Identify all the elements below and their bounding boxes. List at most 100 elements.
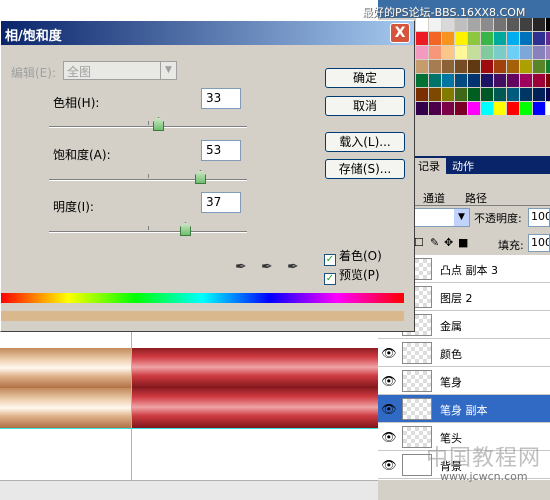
color-swatch[interactable] [442,46,454,59]
color-swatch[interactable] [494,46,506,59]
color-swatch[interactable] [520,60,532,73]
color-swatch[interactable] [546,60,550,73]
preview-check-box[interactable]: ✓ [324,273,336,285]
color-swatch[interactable] [455,46,467,59]
tab-history[interactable]: 记录 [412,158,446,174]
guide-horizontal[interactable] [0,428,378,429]
color-swatch[interactable] [468,32,480,45]
color-swatch[interactable] [468,18,480,31]
color-swatch[interactable] [507,60,519,73]
color-swatch[interactable] [533,46,545,59]
color-swatch[interactable] [494,32,506,45]
color-swatch[interactable] [507,18,519,31]
color-swatch[interactable] [533,74,545,87]
color-swatch[interactable] [546,74,550,87]
lock-transparency-icon[interactable]: ☐ [414,236,424,249]
color-swatch[interactable] [507,32,519,45]
lock-move-icon[interactable]: ✥ [444,236,453,249]
blend-mode-select[interactable]: ▼ [414,208,470,227]
color-swatch[interactable] [442,88,454,101]
layer-row[interactable]: 👁 颜色 [378,339,550,367]
color-swatch[interactable] [429,60,441,73]
lightness-slider-thumb[interactable] [180,222,191,236]
color-swatch[interactable] [468,102,480,115]
lock-paint-icon[interactable]: ✎ [430,236,439,249]
close-button[interactable]: X [390,23,410,43]
eyedropper-minus-icon[interactable]: ✒ [287,259,305,277]
color-swatch[interactable] [520,88,532,101]
color-swatch[interactable] [507,46,519,59]
color-swatch[interactable] [507,88,519,101]
color-swatch[interactable] [429,102,441,115]
color-swatch[interactable] [455,74,467,87]
color-swatch[interactable] [520,74,532,87]
hue-slider[interactable] [49,117,247,133]
color-swatch[interactable] [507,74,519,87]
color-swatch[interactable] [494,88,506,101]
color-swatch[interactable] [481,102,493,115]
color-swatch[interactable] [494,18,506,31]
fill-field[interactable]: 100 [528,234,550,252]
color-swatch[interactable] [494,60,506,73]
save-button[interactable]: 存储(S)... [325,159,405,179]
eyedropper-icon[interactable]: ✒ [235,259,253,277]
color-swatch[interactable] [455,32,467,45]
hue-slider-thumb[interactable] [153,117,164,131]
color-swatch[interactable] [416,88,428,101]
load-button[interactable]: 载入(L)... [325,132,405,152]
eye-icon[interactable]: 👁 [380,400,398,418]
color-swatch[interactable] [468,60,480,73]
tab-actions[interactable]: 动作 [446,158,480,174]
color-swatch[interactable] [429,88,441,101]
lightness-slider[interactable] [49,222,247,238]
color-swatch[interactable] [442,74,454,87]
color-swatch[interactable] [481,32,493,45]
saturation-slider[interactable] [49,170,247,186]
colorize-check-box[interactable]: ✓ [324,254,336,266]
color-swatch[interactable] [546,18,550,31]
color-swatch[interactable] [468,74,480,87]
saturation-input[interactable]: 53 [201,140,241,161]
dialog-title-bar[interactable]: 相/饱和度 X [1,21,414,45]
color-swatch[interactable] [416,32,428,45]
color-swatch[interactable] [429,46,441,59]
color-swatch[interactable] [533,32,545,45]
color-swatch[interactable] [455,88,467,101]
opacity-field[interactable]: 100 [528,208,550,227]
color-swatch[interactable] [416,46,428,59]
color-swatch[interactable] [533,60,545,73]
color-swatch[interactable] [520,102,532,115]
guide-vertical[interactable] [131,320,132,480]
color-swatch[interactable] [481,88,493,101]
color-swatch[interactable] [442,32,454,45]
color-swatch[interactable] [455,102,467,115]
color-swatch[interactable] [481,18,493,31]
layer-row[interactable]: 👁 笔身 副本 [378,395,550,423]
color-swatch[interactable] [416,18,428,31]
lock-all-icon[interactable]: ■ [458,236,468,249]
eyedropper-plus-icon[interactable]: ✒ [261,259,279,277]
eye-icon[interactable]: 👁 [380,344,398,362]
colorize-checkbox[interactable]: ✓ 着色(O) [324,247,382,266]
color-swatch[interactable] [520,18,532,31]
lightness-input[interactable]: 37 [201,192,241,213]
color-swatch[interactable] [507,102,519,115]
ok-button[interactable]: 确定 [325,68,405,88]
cancel-button[interactable]: 取消 [325,96,405,116]
color-swatch[interactable] [520,46,532,59]
tab-paths[interactable]: 路径 [460,190,492,206]
color-swatch[interactable] [442,102,454,115]
color-swatch[interactable] [416,60,428,73]
saturation-slider-thumb[interactable] [195,170,206,184]
color-swatch[interactable] [520,32,532,45]
color-swatch[interactable] [533,102,545,115]
eye-icon[interactable]: 👁 [380,428,398,446]
color-swatch[interactable] [442,60,454,73]
tab-channels[interactable]: 通道 [418,190,450,206]
color-swatch[interactable] [481,46,493,59]
eye-icon[interactable]: 👁 [380,456,398,474]
color-swatch[interactable] [416,102,428,115]
color-swatch[interactable] [468,88,480,101]
color-swatch[interactable] [546,32,550,45]
color-swatch[interactable] [442,18,454,31]
